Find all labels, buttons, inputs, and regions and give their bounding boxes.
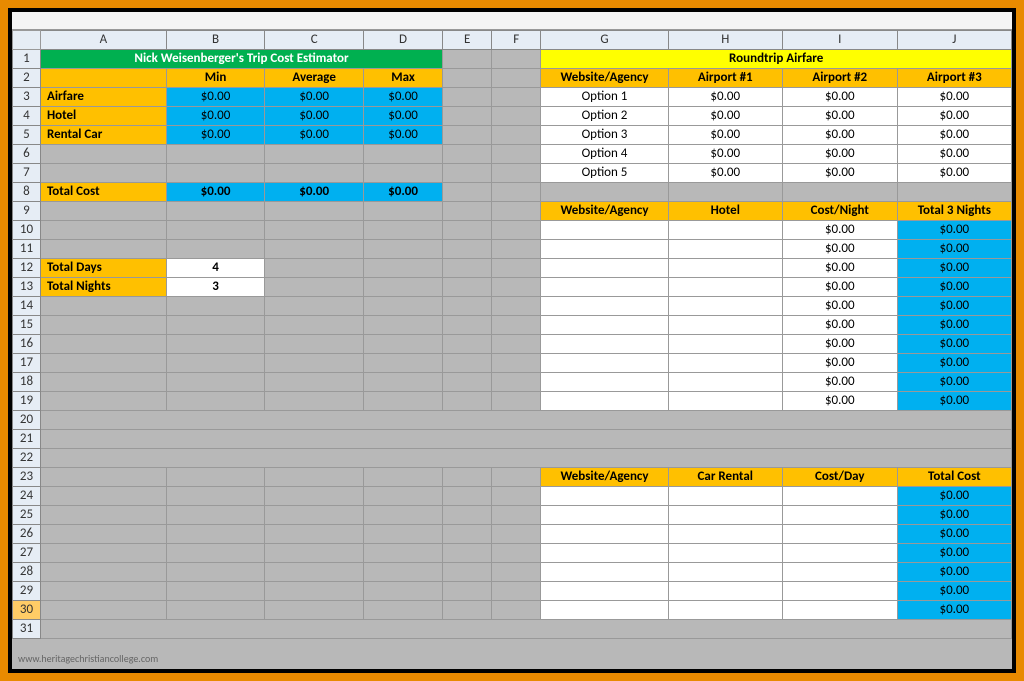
label-total-cost[interactable]: Total Cost xyxy=(40,183,166,202)
col-header-C[interactable]: C xyxy=(265,31,364,50)
row-header-31[interactable]: 31 xyxy=(13,620,41,639)
title-trip-cost-estimator[interactable]: Nick Weisenberger's Trip Cost Estimator xyxy=(40,50,442,69)
hdr-total-3-nights[interactable]: Total 3 Nights xyxy=(897,202,1011,221)
cell[interactable] xyxy=(443,50,492,69)
row-header-18[interactable]: 18 xyxy=(13,373,41,392)
hdr-car-site[interactable]: Website/Agency xyxy=(541,468,668,487)
label-total-nights[interactable]: Total Nights xyxy=(40,278,166,297)
col-header-I[interactable]: I xyxy=(782,31,897,50)
row-header-6[interactable]: 6 xyxy=(13,145,41,164)
formula-bar[interactable] xyxy=(12,12,1012,30)
hotel-name[interactable] xyxy=(668,221,782,240)
row-header-4[interactable]: 4 xyxy=(13,107,41,126)
cell[interactable]: $0.00 xyxy=(897,88,1011,107)
col-header-D[interactable]: D xyxy=(364,31,443,50)
airfare-option3[interactable]: Option 3 xyxy=(541,126,668,145)
hdr-airport2[interactable]: Airport #2 xyxy=(782,69,897,88)
col-header-F[interactable]: F xyxy=(492,31,541,50)
row-header-29[interactable]: 29 xyxy=(13,582,41,601)
hdr-website-agency[interactable]: Website/Agency xyxy=(541,69,668,88)
hotel-total[interactable]: $0.00 xyxy=(897,221,1011,240)
row-header-9[interactable]: 9 xyxy=(13,202,41,221)
hotel-cost[interactable]: $0.00 xyxy=(782,221,897,240)
hdr-cost-day[interactable]: Cost/Day xyxy=(782,468,897,487)
hdr-min[interactable]: Min xyxy=(166,69,264,88)
row-header-11[interactable]: 11 xyxy=(13,240,41,259)
col-header-H[interactable]: H xyxy=(668,31,782,50)
hdr-cost-night[interactable]: Cost/Night xyxy=(782,202,897,221)
app-frame: A B C D E F G H I J 1 Nick Weisenberger'… xyxy=(0,0,1024,681)
hotel-site[interactable] xyxy=(541,221,668,240)
select-all-corner[interactable] xyxy=(13,31,41,50)
hdr-airport1[interactable]: Airport #1 xyxy=(668,69,782,88)
row-header-13[interactable]: 13 xyxy=(13,278,41,297)
hdr-car-rental[interactable]: Car Rental xyxy=(668,468,782,487)
label-airfare[interactable]: Airfare xyxy=(40,88,166,107)
row-header-30[interactable]: 30 xyxy=(13,601,41,620)
row-header-19[interactable]: 19 xyxy=(13,392,41,411)
value-total-days[interactable]: 4 xyxy=(166,259,264,278)
row-header-14[interactable]: 14 xyxy=(13,297,41,316)
airfare-option4[interactable]: Option 4 xyxy=(541,145,668,164)
total-min[interactable]: $0.00 xyxy=(166,183,264,202)
value-total-nights[interactable]: 3 xyxy=(166,278,264,297)
row-header-20[interactable]: 20 xyxy=(13,411,41,430)
hdr-hotel-site[interactable]: Website/Agency xyxy=(541,202,668,221)
total-avg[interactable]: $0.00 xyxy=(265,183,364,202)
row-header-28[interactable]: 28 xyxy=(13,563,41,582)
car-cost[interactable] xyxy=(782,487,897,506)
row-header-24[interactable]: 24 xyxy=(13,487,41,506)
row-header-25[interactable]: 25 xyxy=(13,506,41,525)
hdr-average[interactable]: Average xyxy=(265,69,364,88)
row-header-8[interactable]: 8 xyxy=(13,183,41,202)
airfare-option1[interactable]: Option 1 xyxy=(541,88,668,107)
cell[interactable] xyxy=(492,50,541,69)
row-header-17[interactable]: 17 xyxy=(13,354,41,373)
hdr-max[interactable]: Max xyxy=(364,69,443,88)
row-header-10[interactable]: 10 xyxy=(13,221,41,240)
row-header-12[interactable]: 12 xyxy=(13,259,41,278)
watermark-text: www.heritagechristiancollege.com xyxy=(18,652,158,665)
spreadsheet-viewport[interactable]: A B C D E F G H I J 1 Nick Weisenberger'… xyxy=(12,12,1012,669)
col-header-A[interactable]: A xyxy=(40,31,166,50)
airfare-min[interactable]: $0.00 xyxy=(166,88,264,107)
col-header-J[interactable]: J xyxy=(897,31,1011,50)
row-header-21[interactable]: 21 xyxy=(13,430,41,449)
cell[interactable]: $0.00 xyxy=(782,88,897,107)
row-header-15[interactable]: 15 xyxy=(13,316,41,335)
row-header-5[interactable]: 5 xyxy=(13,126,41,145)
row-header-23[interactable]: 23 xyxy=(13,468,41,487)
row-header-16[interactable]: 16 xyxy=(13,335,41,354)
row-header-3[interactable]: 3 xyxy=(13,88,41,107)
row-header-2[interactable]: 2 xyxy=(13,69,41,88)
hdr-hotel[interactable]: Hotel xyxy=(668,202,782,221)
hdr-airport3[interactable]: Airport #3 xyxy=(897,69,1011,88)
car-rental[interactable] xyxy=(668,487,782,506)
airfare-avg[interactable]: $0.00 xyxy=(265,88,364,107)
car-site[interactable] xyxy=(541,487,668,506)
label-rentalcar[interactable]: Rental Car xyxy=(40,126,166,145)
row-header-22[interactable]: 22 xyxy=(13,449,41,468)
label-total-days[interactable]: Total Days xyxy=(40,259,166,278)
col-header-B[interactable]: B xyxy=(166,31,264,50)
car-total[interactable]: $0.00 xyxy=(897,487,1011,506)
row-header-27[interactable]: 27 xyxy=(13,544,41,563)
row-header-7[interactable]: 7 xyxy=(13,164,41,183)
col-header-G[interactable]: G xyxy=(541,31,668,50)
spreadsheet-grid[interactable]: A B C D E F G H I J 1 Nick Weisenberger'… xyxy=(12,30,1012,639)
inner-frame: A B C D E F G H I J 1 Nick Weisenberger'… xyxy=(8,8,1016,673)
airfare-max[interactable]: $0.00 xyxy=(364,88,443,107)
airfare-option5[interactable]: Option 5 xyxy=(541,164,668,183)
total-max[interactable]: $0.00 xyxy=(364,183,443,202)
label-hotel[interactable]: Hotel xyxy=(40,107,166,126)
row-header-26[interactable]: 26 xyxy=(13,525,41,544)
hdr-car-total[interactable]: Total Cost xyxy=(897,468,1011,487)
airfare-option2[interactable]: Option 2 xyxy=(541,107,668,126)
cell[interactable]: $0.00 xyxy=(668,88,782,107)
row-header-1[interactable]: 1 xyxy=(13,50,41,69)
title-roundtrip-airfare[interactable]: Roundtrip Airfare xyxy=(541,50,1012,69)
col-header-E[interactable]: E xyxy=(443,31,492,50)
